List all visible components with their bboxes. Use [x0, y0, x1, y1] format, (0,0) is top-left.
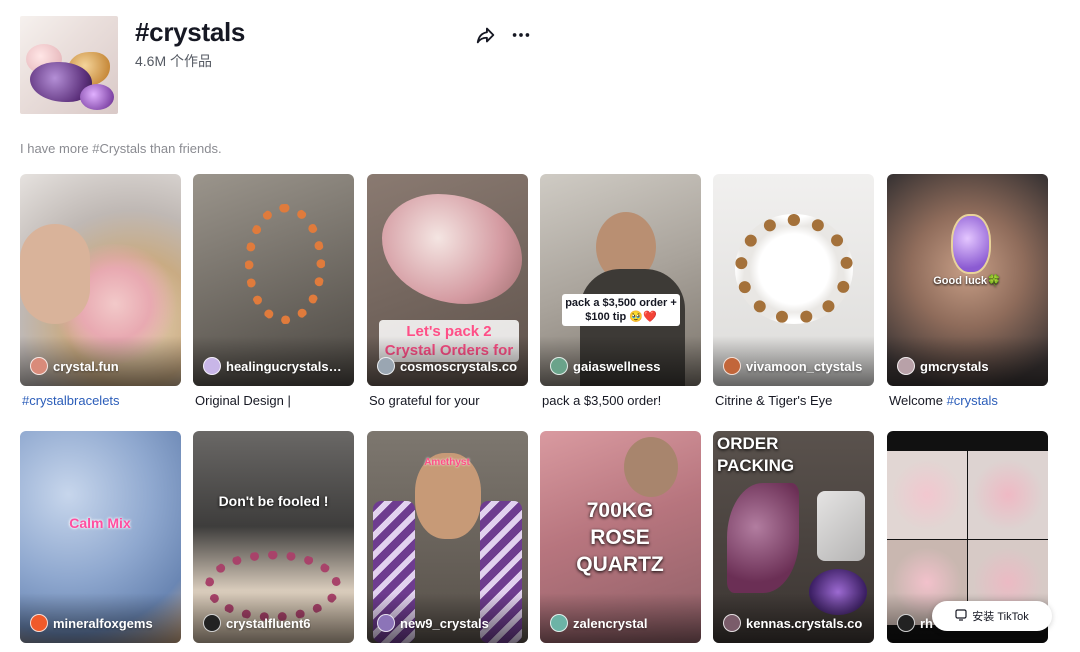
video-thumbnail[interactable]: Good luck🍀 gmcrystals	[887, 174, 1048, 386]
install-tiktok-button[interactable]: 安装 TikTok	[932, 601, 1052, 631]
video-thumbnail[interactable]: Don't be fooled ! crystalfluent6	[193, 431, 354, 643]
video-thumbnail[interactable]: vivamoon_ctystals	[713, 174, 874, 386]
author-avatar	[30, 357, 48, 375]
video-overlay-text: 700KG ROSE QUARTZ	[576, 499, 664, 576]
install-tiktok-label: 安装 TikTok	[972, 611, 1029, 623]
video-author[interactable]: kennas.crystals.co	[723, 614, 866, 632]
more-options-icon[interactable]	[510, 24, 532, 46]
video-thumbnail[interactable]: 700KG ROSE QUARTZ zalencrystal	[540, 431, 701, 643]
video-caption[interactable]: #crystalbracelets	[22, 393, 180, 408]
share-icon[interactable]	[475, 24, 497, 46]
video-thumbnail[interactable]: healingucrystals_...	[193, 174, 354, 386]
author-avatar	[550, 614, 568, 632]
author-avatar	[723, 614, 741, 632]
hashtag-cover-image	[20, 16, 118, 114]
video-author[interactable]: zalencrystal	[550, 614, 693, 632]
author-avatar	[550, 357, 568, 375]
video-thumbnail[interactable]: Let's pack 2 Crystal Orders for cosmoscr…	[367, 174, 528, 386]
hashtag-description: I have more #Crystals than friends.	[20, 141, 222, 156]
video-overlay-text: Don't be fooled !	[218, 493, 329, 509]
video-thumbnail[interactable]: Amethyst new9_crystals	[367, 431, 528, 643]
author-avatar	[203, 357, 221, 375]
video-caption[interactable]: pack a $3,500 order!	[542, 393, 700, 408]
video-caption[interactable]: Citrine & Tiger's Eye	[715, 393, 873, 408]
hashtag-title: #crystals	[135, 17, 246, 47]
author-avatar	[30, 614, 48, 632]
video-author[interactable]: gmcrystals	[897, 357, 1040, 375]
video-overlay-text: ORDER PACKING	[717, 434, 795, 475]
author-avatar	[723, 357, 741, 375]
video-caption[interactable]: Welcome #crystals	[889, 393, 1047, 408]
video-author[interactable]: cosmoscrystals.co	[377, 357, 520, 375]
hashtag-header: #crystals 4.6M 个作品	[20, 16, 1060, 114]
video-thumbnail[interactable]: ORDER PACKING kennas.crystals.co	[713, 431, 874, 643]
video-overlay-text: pack a $3,500 order + $100 tip 🥹❤️	[562, 294, 680, 326]
video-author[interactable]: crystalfluent6	[203, 614, 346, 632]
video-thumbnail[interactable]: Calm Mix mineralfoxgems	[20, 431, 181, 643]
video-caption[interactable]: Original Design |	[195, 393, 353, 408]
video-author[interactable]: vivamoon_ctystals	[723, 357, 866, 375]
author-avatar	[203, 614, 221, 632]
download-app-icon	[955, 608, 967, 624]
author-avatar	[897, 357, 915, 375]
video-overlay-text: Amethyst	[424, 457, 470, 468]
author-avatar	[377, 357, 395, 375]
video-author[interactable]: healingucrystals_...	[203, 357, 346, 375]
video-author[interactable]: new9_crystals	[377, 614, 520, 632]
video-thumbnail[interactable]: crystal.fun	[20, 174, 181, 386]
video-thumbnail[interactable]: pack a $3,500 order + $100 tip 🥹❤️ gaias…	[540, 174, 701, 386]
video-overlay-text: Good luck🍀	[933, 275, 1001, 287]
video-count: 4.6M 个作品	[135, 53, 213, 69]
video-author[interactable]: crystal.fun	[30, 357, 173, 375]
video-author[interactable]: mineralfoxgems	[30, 614, 173, 632]
video-author[interactable]: gaiaswellness	[550, 357, 693, 375]
video-caption[interactable]: So grateful for your	[369, 393, 527, 408]
author-avatar	[377, 614, 395, 632]
author-avatar	[897, 614, 915, 632]
video-overlay-text: Calm Mix	[69, 515, 131, 531]
